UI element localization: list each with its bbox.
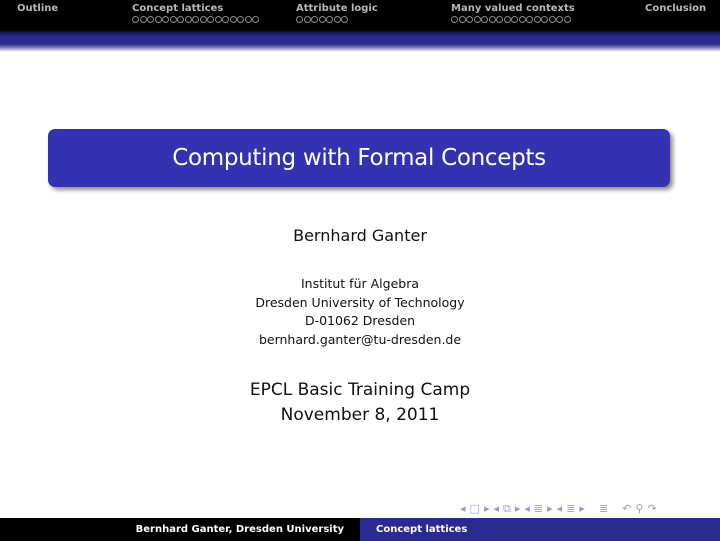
slide-dot[interactable] xyxy=(526,16,533,23)
slide-dot[interactable] xyxy=(207,16,214,23)
nav-section-label: Conclusion xyxy=(645,3,707,14)
university-name: Dresden University of Technology xyxy=(255,294,465,310)
slide-dot[interactable] xyxy=(296,16,303,23)
footer-section: Concept lattices xyxy=(360,518,720,541)
document-icon[interactable]: ≣ xyxy=(566,502,575,516)
slide-dot[interactable] xyxy=(318,16,326,23)
slide-dot[interactable] xyxy=(214,16,222,23)
slide-dot[interactable] xyxy=(548,16,556,23)
author-email: bernhard.ganter@tu-dresden.de xyxy=(258,331,462,347)
back-icon[interactable]: ↶ xyxy=(622,502,631,516)
slide-dot[interactable] xyxy=(541,16,548,23)
frame-icon[interactable]: □ xyxy=(470,502,480,516)
slide-dot[interactable] xyxy=(303,16,311,23)
slide-dot[interactable] xyxy=(333,16,341,23)
nav-section-label: Outline xyxy=(17,3,59,14)
slide-dot[interactable] xyxy=(199,16,207,23)
event-name: EPCL Basic Training Camp xyxy=(249,380,471,400)
next-frame-icon[interactable]: ▸ xyxy=(484,502,490,516)
search-icon[interactable]: ⚲ xyxy=(635,502,643,516)
nav-section-label: Many valued contexts xyxy=(451,3,575,14)
slide-dot[interactable] xyxy=(169,16,177,23)
slide-dots xyxy=(132,16,260,24)
next-section-icon[interactable]: ▸ xyxy=(547,502,553,516)
subsection-icon[interactable]: ⧉ xyxy=(503,502,511,516)
presentation-title: Computing with Formal Concepts xyxy=(172,145,546,171)
slide-dot[interactable] xyxy=(147,16,154,23)
slide-dot[interactable] xyxy=(184,16,192,23)
nav-section-attribute-logic[interactable]: Attribute logic xyxy=(296,2,378,24)
slide-dot[interactable] xyxy=(244,16,252,23)
title-box: Computing with Formal Concepts xyxy=(48,129,670,187)
slide-dot[interactable] xyxy=(177,16,184,23)
slide-dot[interactable] xyxy=(458,16,466,23)
nav-section-label: Attribute logic xyxy=(296,3,378,14)
previous-document-icon[interactable]: ◂ xyxy=(557,502,563,516)
previous-subsection-icon[interactable]: ◂ xyxy=(493,502,499,516)
author-name: Bernhard Ganter xyxy=(293,226,427,245)
slide-dot[interactable] xyxy=(222,16,229,23)
slide-dots xyxy=(296,16,378,24)
footer-bar: Bernhard Ganter, Dresden University Conc… xyxy=(0,518,720,541)
previous-frame-icon[interactable]: ◂ xyxy=(460,502,466,516)
slide-dot[interactable] xyxy=(192,16,199,23)
next-document-icon[interactable]: ▸ xyxy=(579,502,585,516)
beamer-navigation-symbols: ◂ □ ▸ ◂ ⧉ ▸ ◂ ≣ ▸ ◂ ≣ ▸ ≣ ↶ ⚲ ↷ xyxy=(460,502,657,516)
slide-dot[interactable] xyxy=(533,16,541,23)
slide-dot[interactable] xyxy=(556,16,563,23)
slide-dot[interactable] xyxy=(503,16,511,23)
event-block: EPCL Basic Training Camp November 8, 201… xyxy=(0,378,720,428)
slide-dot[interactable] xyxy=(237,16,244,23)
forward-icon[interactable]: ↷ xyxy=(647,502,656,516)
footer-author: Bernhard Ganter, Dresden University xyxy=(0,518,360,541)
slide-dot[interactable] xyxy=(496,16,503,23)
slide-dot[interactable] xyxy=(481,16,488,23)
slide-dot[interactable] xyxy=(326,16,333,23)
slide-dot[interactable] xyxy=(311,16,318,23)
previous-section-icon[interactable]: ◂ xyxy=(524,502,530,516)
slide-dot[interactable] xyxy=(341,16,348,23)
slide-dot[interactable] xyxy=(488,16,496,23)
slide-dot[interactable] xyxy=(139,16,147,23)
institute-block: Institut für Algebra Dresden University … xyxy=(0,275,720,349)
next-subsection-icon[interactable]: ▸ xyxy=(515,502,521,516)
slide-dot[interactable] xyxy=(132,16,139,23)
slide-dot[interactable] xyxy=(473,16,481,23)
slide-dot[interactable] xyxy=(563,16,571,23)
slide-dot[interactable] xyxy=(154,16,162,23)
nav-section-outline[interactable]: Outline xyxy=(17,2,58,15)
nav-section-conclusion[interactable]: Conclusion xyxy=(645,2,706,15)
header-band xyxy=(0,30,720,52)
event-date: November 8, 2011 xyxy=(280,405,440,425)
nav-section-label: Concept lattices xyxy=(132,3,224,14)
slide-dot[interactable] xyxy=(451,16,458,23)
nav-section-many-valued-contexts[interactable]: Many valued contexts xyxy=(451,2,575,24)
nav-section-concept-lattices[interactable]: Concept lattices xyxy=(132,2,260,24)
slide-dot[interactable] xyxy=(511,16,518,23)
slide-dot[interactable] xyxy=(252,16,259,23)
slide-dots xyxy=(451,16,575,24)
institute-name: Institut für Algebra xyxy=(300,276,419,291)
section-navigation-bar: Outline Concept lattices Attribute logic… xyxy=(0,0,720,30)
appendix-icon[interactable]: ≣ xyxy=(599,502,608,516)
slide-dot[interactable] xyxy=(466,16,473,23)
slide-dot[interactable] xyxy=(518,16,526,23)
slide-dot[interactable] xyxy=(229,16,237,23)
section-icon[interactable]: ≣ xyxy=(534,502,543,516)
postal-address: D-01062 Dresden xyxy=(304,313,416,328)
slide-dot[interactable] xyxy=(162,16,169,23)
